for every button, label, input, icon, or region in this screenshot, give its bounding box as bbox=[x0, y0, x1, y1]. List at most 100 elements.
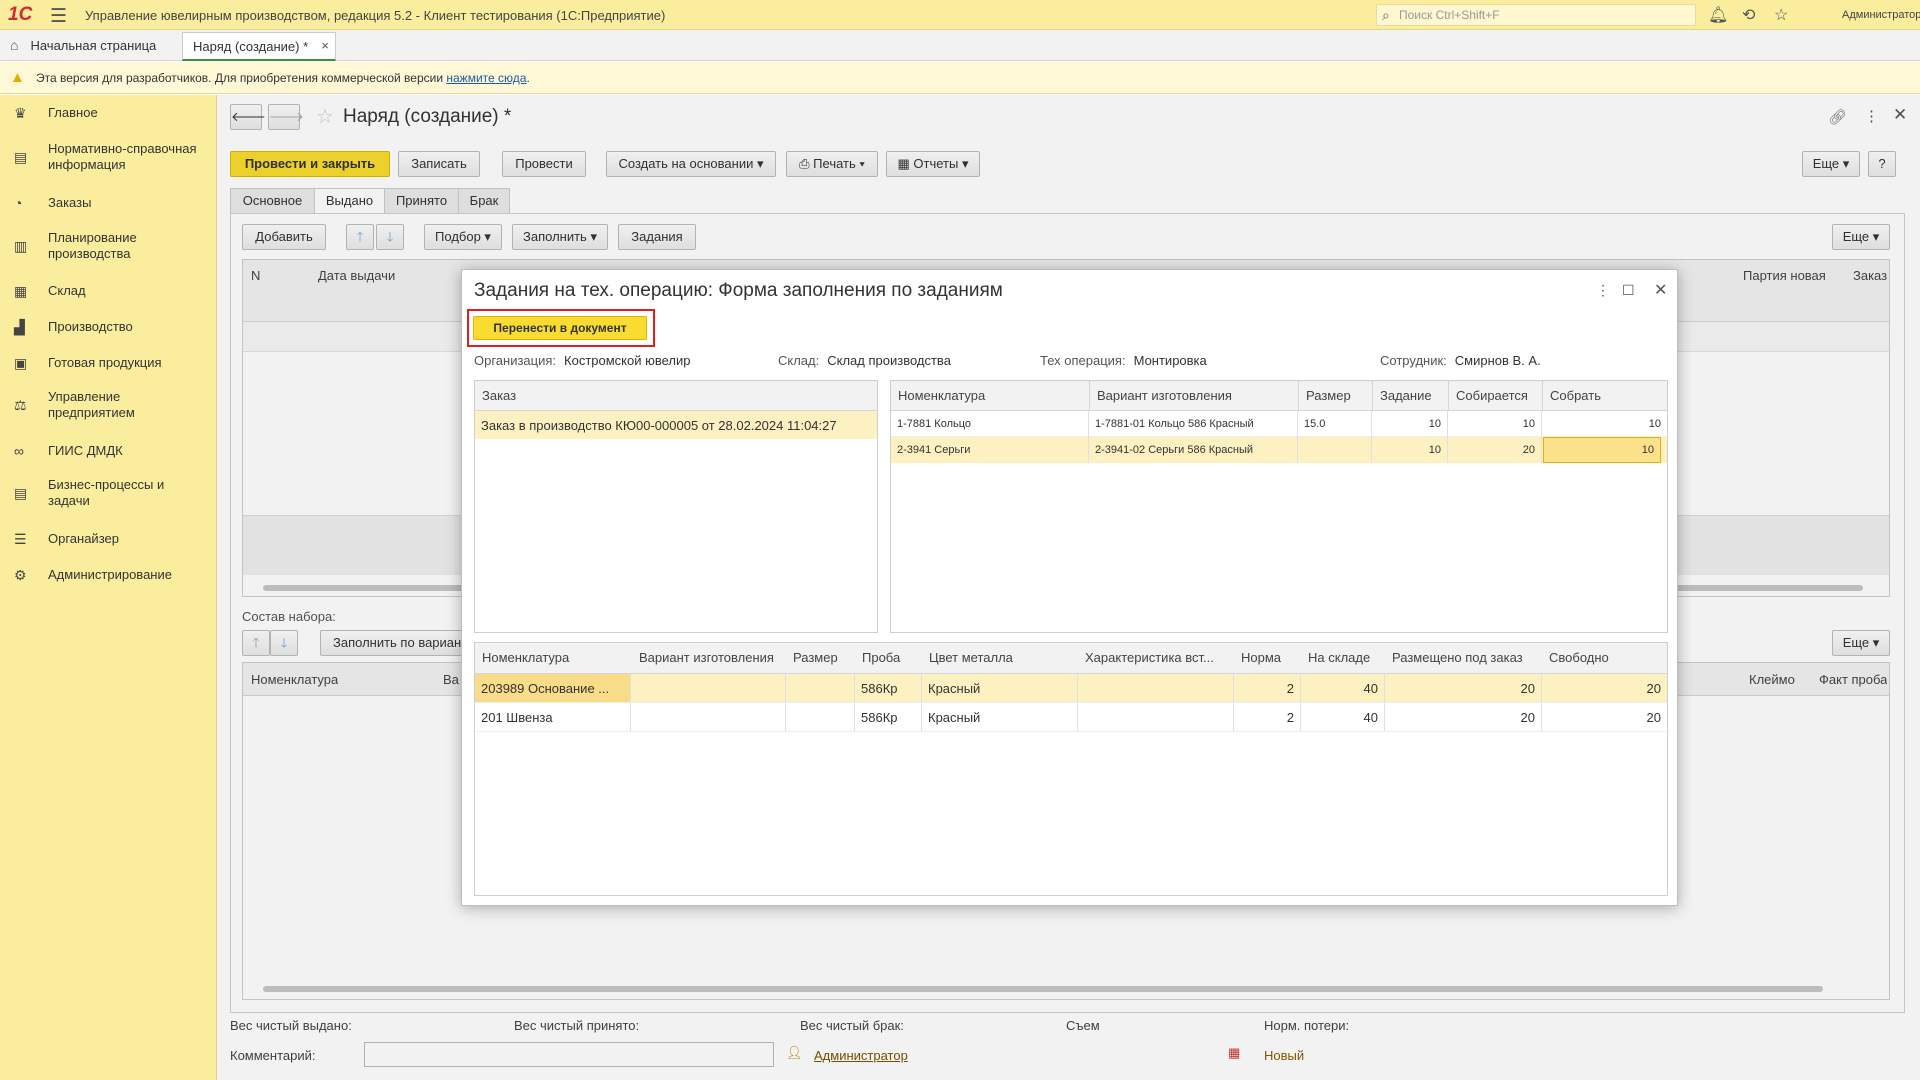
history-icon[interactable]: ⟲ bbox=[1742, 5, 1755, 25]
sidebar-item-label: Администрирование bbox=[48, 567, 172, 582]
task-size bbox=[1298, 437, 1372, 463]
mat-probe: 586Кр bbox=[855, 674, 922, 702]
task-task: 10 bbox=[1372, 411, 1448, 436]
star-icon[interactable]: ☆ bbox=[1774, 5, 1788, 25]
mat-stock: 40 bbox=[1301, 674, 1385, 702]
warehouse-label: Склад: bbox=[778, 353, 820, 368]
app-logo: 1С bbox=[8, 4, 33, 25]
mat-probe: 586Кр bbox=[855, 703, 922, 731]
sidebar-item-label: Органайзер bbox=[48, 531, 119, 546]
developer-warning: ▲ Эта версия для разработчиков. Для прио… bbox=[0, 62, 1920, 94]
orders-col-order[interactable]: Заказ bbox=[482, 388, 516, 403]
search-input[interactable]: ⌕ Поиск Ctrl+Shift+F bbox=[1376, 4, 1696, 26]
mat-col-color[interactable]: Цвет металла bbox=[929, 650, 1013, 665]
employee-label: Сотрудник: bbox=[1380, 353, 1447, 368]
task-var: 2-3941-02 Серьги 586 Красный bbox=[1089, 437, 1298, 463]
table-row[interactable]: Заказ в производство КЮ00-000005 от 28.0… bbox=[475, 411, 877, 439]
sidebar-item-production[interactable]: ▟ Производство bbox=[0, 317, 217, 353]
order-cell: Заказ в производство КЮ00-000005 от 28.0… bbox=[481, 418, 837, 433]
app-title: Управление ювелирным производством, реда… bbox=[85, 8, 666, 23]
user-name[interactable]: Администратор bbox=[1842, 9, 1920, 21]
top-bar: 1С ☰ Управление ювелирным производством,… bbox=[0, 0, 1920, 30]
mat-col-nom[interactable]: Номенклатура bbox=[482, 650, 569, 665]
sidebar-item-orders[interactable]: ◔ Заказы bbox=[0, 193, 217, 229]
sidebar-item-main[interactable]: ♛ Главное bbox=[0, 103, 217, 139]
task-nom: 2-3941 Серьги bbox=[891, 437, 1089, 463]
org-label: Организация: bbox=[474, 353, 557, 368]
mat-col-free[interactable]: Свободно bbox=[1549, 650, 1609, 665]
org-info: Организация: Костромской ювелир bbox=[474, 353, 691, 368]
dialog-title: Задания на тех. операцию: Форма заполнен… bbox=[474, 280, 1003, 301]
maximize-icon[interactable]: ☐ bbox=[1622, 282, 1635, 299]
sidebar-item-bp[interactable]: ▤ Бизнес-процессы и задачи bbox=[0, 477, 217, 513]
sidebar-item-label: Планирование производства bbox=[48, 230, 137, 261]
mat-col-probe[interactable]: Проба bbox=[862, 650, 900, 665]
tasks-table[interactable]: Номенклатура Вариант изготовления Размер… bbox=[890, 380, 1668, 633]
sidebar-item-label: Бизнес-процессы и задачи bbox=[48, 477, 165, 508]
buy-link[interactable]: нажмите сюда bbox=[446, 71, 526, 85]
factory-icon: ▟ bbox=[14, 319, 25, 335]
mat-col-var[interactable]: Вариант изготовления bbox=[639, 650, 774, 665]
tab-document-label: Наряд (создание) * bbox=[193, 39, 309, 54]
table-row[interactable]: 203989 Основание ... 586Кр Красный 2 40 … bbox=[475, 674, 1667, 703]
search-placeholder: Поиск Ctrl+Shift+F bbox=[1399, 8, 1500, 22]
table-row[interactable]: 201 Швенза 586Кр Красный 2 40 20 20 bbox=[475, 703, 1667, 732]
tasks-col-task[interactable]: Задание bbox=[1380, 388, 1432, 403]
operation-label: Тех операция: bbox=[1040, 353, 1126, 368]
close-tab-icon[interactable]: × bbox=[321, 38, 329, 53]
warehouse-info: Склад: Склад производства bbox=[778, 353, 951, 368]
fill-by-tasks-dialog: Задания на тех. операцию: Форма заполнен… bbox=[461, 269, 1678, 906]
task-assemble-active[interactable]: 10 bbox=[1543, 437, 1661, 463]
sidebar-item-label: Заказы bbox=[48, 195, 92, 210]
mat-char bbox=[1078, 674, 1234, 702]
sidebar-item-giis[interactable]: ∞ ГИИС ДМДК bbox=[0, 441, 217, 477]
mat-col-size[interactable]: Размер bbox=[793, 650, 838, 665]
mat-col-norm[interactable]: Норма bbox=[1241, 650, 1281, 665]
sidebar-item-label: Управление предприятием bbox=[48, 389, 135, 420]
table-row[interactable]: 2-3941 Серьги 2-3941-02 Серьги 586 Красн… bbox=[891, 437, 1667, 463]
sidebar-item-management[interactable]: ⚖ Управление предприятием bbox=[0, 389, 217, 425]
operation-value: Монтировка bbox=[1133, 353, 1207, 368]
mat-col-reserved[interactable]: Размещено под заказ bbox=[1392, 650, 1523, 665]
table-row[interactable]: 1-7881 Кольцо 1-7881-01 Кольцо 586 Красн… bbox=[891, 411, 1667, 437]
tasks-col-assembling[interactable]: Собирается bbox=[1456, 388, 1528, 403]
menu-icon[interactable]: ☰ bbox=[50, 5, 67, 28]
mat-free: 20 bbox=[1646, 681, 1661, 696]
sidebar-item-reference[interactable]: ▤ Нормативно-справочная информация bbox=[0, 141, 217, 177]
mat-col-char[interactable]: Характеристика вст... bbox=[1085, 650, 1214, 665]
mat-col-stock[interactable]: На складе bbox=[1308, 650, 1370, 665]
materials-table[interactable]: Номенклатура Вариант изготовления Размер… bbox=[474, 642, 1668, 896]
tab-document[interactable]: Наряд (создание) * × bbox=[182, 32, 336, 61]
sidebar-item-organizer[interactable]: ☰ Органайзер bbox=[0, 529, 217, 565]
org-value: Костромской ювелир bbox=[564, 353, 691, 368]
mat-size bbox=[786, 703, 855, 731]
mat-var bbox=[631, 703, 786, 731]
book-icon: ▤ bbox=[14, 149, 28, 165]
sidebar-item-label: Производство bbox=[48, 319, 133, 334]
sidebar-item-label: Готовая продукция bbox=[48, 355, 162, 370]
transfer-to-document-button[interactable]: Перенести в документ bbox=[473, 316, 647, 340]
tasks-col-nom[interactable]: Номенклатура bbox=[898, 388, 985, 403]
close-dialog-icon[interactable]: ✕ bbox=[1654, 280, 1667, 300]
orders-table[interactable]: Заказ Заказ в производство КЮ00-000005 о… bbox=[474, 380, 878, 633]
sidebar-item-finished-goods[interactable]: ▣ Готовая продукция bbox=[0, 353, 217, 389]
sidebar-item-warehouse[interactable]: ▦ Склад bbox=[0, 281, 217, 317]
mat-free: 20 bbox=[1646, 710, 1661, 725]
sidebar-item-admin[interactable]: ⚙ Администрирование bbox=[0, 565, 217, 601]
task-assembling: 10 bbox=[1448, 411, 1542, 436]
tasks-col-var[interactable]: Вариант изготовления bbox=[1097, 388, 1232, 403]
tasks-col-size[interactable]: Размер bbox=[1306, 388, 1351, 403]
mat-var bbox=[631, 674, 786, 702]
sidebar-item-label: Склад bbox=[48, 283, 86, 298]
tasks-col-assemble[interactable]: Собрать bbox=[1550, 388, 1601, 403]
warning-end: . bbox=[526, 71, 530, 85]
task-assemble[interactable]: 10 bbox=[1542, 411, 1667, 436]
home-icon: ⌂ bbox=[10, 37, 19, 53]
sidebar-item-planning[interactable]: ▥ Планирование производства bbox=[0, 230, 217, 266]
dialog-more-icon[interactable]: ⋮ bbox=[1596, 282, 1610, 299]
tab-home[interactable]: ⌂ Начальная страница bbox=[10, 37, 156, 53]
warehouse-value: Склад производства bbox=[827, 353, 951, 368]
bell-icon[interactable]: 🔔︎ bbox=[1708, 5, 1728, 25]
employee-info: Сотрудник: Смирнов В. А. bbox=[1380, 353, 1541, 368]
mat-color: Красный bbox=[922, 674, 1078, 702]
